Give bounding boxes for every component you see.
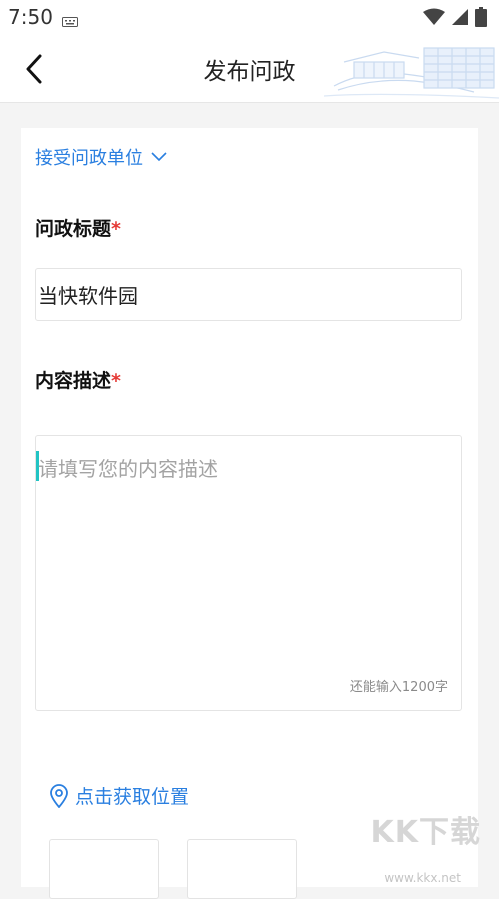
battery-icon — [475, 7, 487, 31]
title-label: 问政标题* — [35, 214, 121, 241]
upload-slot[interactable] — [49, 839, 159, 899]
content-textarea[interactable]: 请填写您的内容描述 还能输入1200字 — [35, 435, 462, 711]
title-label-text: 问政标题 — [35, 218, 112, 240]
status-time: 7:50 — [8, 5, 53, 29]
building-illustration — [324, 47, 499, 99]
content-label-text: 内容描述 — [35, 370, 112, 392]
form-card: 接受问政单位 问政标题* 当快软件园 内容描述* 请填写您的内容描述 还能输入1… — [21, 128, 478, 899]
unit-select[interactable]: 接受问政单位 — [35, 144, 167, 170]
header: 发布问政 — [0, 34, 499, 103]
keyboard-icon — [62, 12, 78, 31]
wifi-icon — [423, 8, 445, 30]
watermark-logo: KK下载 www.kkx.net — [349, 805, 489, 885]
content-placeholder: 请填写您的内容描述 — [38, 457, 218, 481]
location-pin-icon — [50, 783, 68, 808]
status-bar: 7:50 — [0, 0, 499, 34]
get-location-label: 点击获取位置 — [75, 786, 190, 808]
required-mark: * — [111, 370, 121, 392]
title-input[interactable]: 当快软件园 — [35, 268, 462, 321]
get-location-button[interactable]: 点击获取位置 — [49, 782, 189, 809]
required-mark: * — [111, 218, 121, 240]
signal-icon — [451, 8, 469, 30]
content-label: 内容描述* — [35, 366, 121, 393]
watermark-url: www.kkx.net — [384, 871, 461, 885]
chevron-down-icon — [151, 152, 167, 162]
upload-slot[interactable] — [187, 839, 297, 899]
unit-select-label: 接受问政单位 — [35, 148, 143, 169]
watermark-text: KK下载 — [370, 815, 481, 850]
system-icons — [423, 7, 487, 31]
char-limit-counter: 还能输入1200字 — [349, 680, 448, 695]
